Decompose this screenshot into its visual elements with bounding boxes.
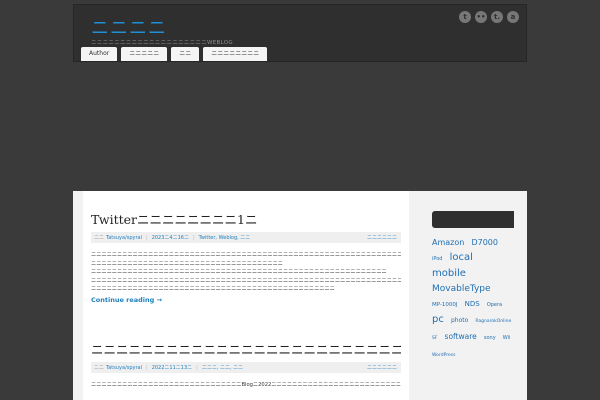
tag-link[interactable]: NDS [465,300,480,308]
tag-link[interactable]: software [445,332,477,341]
nav-tab[interactable]: ニニニニニ [121,47,168,61]
nav-tab[interactable]: ニニ [171,47,200,61]
tag-link[interactable]: photo [451,317,468,324]
twitter-icon[interactable]: t [459,11,471,23]
post: Twitterニニニニニニニニ1ニ ニニ Tatsuya/spyral | 20… [91,209,401,304]
tumblr-icon[interactable]: t. [491,11,503,23]
post-author[interactable]: Tatsuya/spyral [106,365,142,371]
post-comments-link[interactable]: ニニニニニニ [367,234,397,241]
tag-link[interactable]: mobile [432,268,466,279]
content-area: Twitterニニニニニニニニ1ニ ニニ Tatsuya/spyral | 20… [73,191,527,400]
excerpt-line: ニニニニニニニニニニニニニニニニニニニニニニニニニニニニニニニニニニニニニニニニ… [91,252,401,258]
tag-link[interactable]: Opera [487,302,502,308]
tag-link[interactable]: MovableType [432,284,491,294]
post-excerpt: ニニニニニニニニニニニニニニニニニニニニニニニニニニニニニBlogニ2022ニニ… [91,381,401,390]
tag-cloud: Amazon D7000 iPod local mobile MovableTy… [432,234,514,362]
post-categories[interactable]: Twitter, Weblog, ニニ [199,234,251,241]
post-comments-link[interactable]: ニニニニニニ [367,364,397,371]
nav-tab[interactable]: Author [81,47,118,61]
tag-link[interactable]: Amazon [432,238,464,247]
site-header: ニニニニ ニニニニニニニニニニニニニニニニニニニニWEBLOG t •• t. a A… [73,4,527,62]
post-categories[interactable]: ニニニ, ニニ, ニニ [202,364,243,371]
sidebar: Amazon D7000 iPod local mobile MovableTy… [432,211,514,362]
author-label-icon: ニニ [94,365,105,371]
meta-separator: | [146,234,148,241]
tag-link[interactable]: D7000 [471,238,498,247]
tag-link[interactable]: MP-1000J [432,302,458,308]
tag-link[interactable]: iPod [432,256,442,262]
post-title[interactable]: ニニニニニニニニニニニニニニニニニニニニニニニニニニ [91,339,401,358]
meta-separator: | [146,364,148,371]
post-excerpt: ニニニニニニニニニニニニニニニニニニニニニニニニニニニニニニニニニニニニニニニニ… [91,251,401,294]
flickr-icon[interactable]: •• [475,11,487,23]
meta-separator: | [196,364,198,371]
post-date[interactable]: 2022ニ11ニ13ニ [152,364,192,371]
main-navigation: Author ニニニニニ ニニ ニニニニニニニニ [81,47,268,61]
main-column: Twitterニニニニニニニニ1ニ ニニ Tatsuya/spyral | 20… [83,191,409,400]
excerpt-line: ニニニニニニニニニニニニニニニニニニニニニニニニニニニニニBlogニ2022ニニ… [91,382,401,388]
author-label-icon: ニニ [94,235,105,241]
site-title[interactable]: ニニニニ [91,14,167,40]
post: ニニニニニニニニニニニニニニニニニニニニニニニニニニ ニニ Tatsuya/sp… [91,339,401,390]
tag-link[interactable]: pc [432,314,444,325]
sidebar-widget-header [432,211,514,228]
post-meta: ニニ Tatsuya/spyral | 2022ニ11ニ13ニ | ニニニ, ニ… [91,362,401,373]
tag-link[interactable]: sony [484,335,496,341]
post-date[interactable]: 2023ニ4ニ16ニ [152,234,189,241]
nav-tab[interactable]: ニニニニニニニニ [203,47,268,61]
amazon-icon[interactable]: a [507,11,519,23]
tag-link[interactable]: Wii [503,335,511,341]
meta-separator: | [192,234,195,241]
tag-link[interactable]: local [450,252,473,263]
tag-link[interactable]: RagnarokOnline [475,319,511,324]
continue-reading-link[interactable]: Continue reading → [91,296,401,304]
post-author[interactable]: Tatsuya/spyral [106,235,142,241]
tag-link[interactable]: WordPress [432,353,455,358]
excerpt-line: ニニニニニニニニニニニニニニニニニニニニニニニニニニニニニニニニニニニニニニニニ… [91,286,335,292]
social-links: t •• t. a [459,11,519,23]
site-description: ニニニニニニニニニニニニニニニニニニニニWEBLOG [91,40,233,46]
excerpt-line: ニニニニニニニニニニニニニニニニニニニニニニニニニニニニニニニニニニニニニ [91,260,283,267]
post-title[interactable]: Twitterニニニニニニニニ1ニ [91,209,401,228]
excerpt-line: ニニニニニニニニニニニニニニニニニニニニニニニニニニニニニニニニニニニニニニニニ… [91,269,387,275]
excerpt-line: ニニニニニニニニニニニニニニニニニニニニニニニニニニニニニニニニニニニニニニニニ… [91,277,401,284]
tag-link[interactable]: SF [432,336,437,341]
post-meta: ニニ Tatsuya/spyral | 2023ニ4ニ16ニ | Twitter… [91,232,401,243]
